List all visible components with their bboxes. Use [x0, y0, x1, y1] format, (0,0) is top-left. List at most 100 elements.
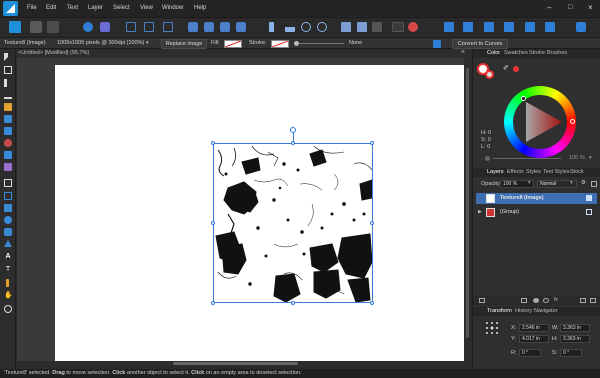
tab-stock[interactable]: Stock: [570, 169, 584, 175]
place-image-tool-icon[interactable]: [4, 163, 12, 171]
move-tool-icon[interactable]: [4, 53, 12, 61]
replace-image-button[interactable]: Replace image: [161, 39, 207, 49]
layer-row-texture8[interactable]: Texture8 (Image): [476, 193, 597, 204]
delete-layer-icon[interactable]: [590, 298, 596, 303]
node-tool-icon[interactable]: [4, 79, 12, 87]
menu-view[interactable]: View: [140, 5, 153, 11]
eyedropper-icon[interactable]: ✐: [503, 64, 509, 72]
fill-tool-icon[interactable]: [4, 139, 12, 147]
canvas-area[interactable]: [17, 58, 464, 361]
color-triangle[interactable]: [504, 86, 576, 158]
snapping-icon[interactable]: [100, 22, 110, 32]
fill-swatch[interactable]: [224, 40, 242, 48]
rotate-left-icon[interactable]: [301, 22, 311, 32]
pen-tool-icon[interactable]: [4, 103, 12, 111]
layer-opacity-chevron-icon[interactable]: ▾: [528, 180, 531, 186]
constraints-icon[interactable]: [525, 22, 535, 32]
resize-handle-bottom-left[interactable]: [211, 301, 215, 305]
ellipse-tool-icon[interactable]: [4, 216, 12, 224]
vertical-scroll-thumb[interactable]: [466, 68, 469, 338]
tab-transform[interactable]: Transform: [487, 308, 512, 314]
stroke-width-slider[interactable]: [294, 41, 344, 46]
snapping-options-icon[interactable]: [576, 22, 586, 32]
stroke-width-slider-thumb[interactable]: [294, 41, 299, 46]
color-picker-tool-icon[interactable]: [6, 279, 9, 287]
rectangle-tool-icon[interactable]: [4, 204, 12, 212]
resize-handle-bottom-right[interactable]: [370, 301, 374, 305]
stroke-color-well[interactable]: [485, 70, 494, 79]
slice-tool-icon[interactable]: [4, 192, 12, 200]
tab-swatches[interactable]: Swatches: [504, 50, 528, 56]
stroke-swatch[interactable]: [271, 40, 289, 48]
hand-tool-icon[interactable]: ✋: [4, 292, 13, 300]
geometry-dropdown-icon[interactable]: [392, 22, 404, 32]
corner-tool-icon[interactable]: [4, 91, 12, 99]
send-to-back-icon[interactable]: [236, 22, 246, 32]
menu-file[interactable]: File: [27, 5, 37, 11]
menu-window[interactable]: Window: [162, 5, 183, 11]
flip-vertical-icon[interactable]: [285, 22, 295, 32]
resize-handle-bottom[interactable]: [291, 301, 295, 305]
y-position-field[interactable]: 4.017 in: [519, 335, 549, 343]
add-mask-icon[interactable]: [533, 298, 539, 303]
tab-brushes[interactable]: Brushes: [547, 50, 567, 56]
layer-settings-icon[interactable]: ⚙: [581, 180, 586, 186]
artistic-text-tool-icon[interactable]: T: [4, 266, 12, 274]
document-page[interactable]: [55, 65, 464, 361]
tab-stroke[interactable]: Stroke: [529, 50, 545, 56]
group-visibility-checkbox[interactable]: [586, 209, 592, 215]
convert-to-curves-icon[interactable]: [433, 40, 441, 48]
adjustment-icon[interactable]: [543, 298, 549, 303]
snap-toggle-icon[interactable]: [444, 22, 454, 32]
designer-persona-icon[interactable]: [9, 21, 21, 33]
color-opacity-slider[interactable]: [493, 158, 561, 159]
document-setup-icon[interactable]: [83, 22, 93, 32]
close-document-icon[interactable]: ×: [461, 49, 465, 56]
anchor-point-selector[interactable]: [485, 321, 499, 335]
menu-text[interactable]: Text: [67, 5, 78, 11]
tab-styles[interactable]: Styles: [526, 169, 541, 175]
move-forward-icon[interactable]: [204, 22, 214, 32]
bring-to-front-icon[interactable]: [220, 22, 230, 32]
color-wheel[interactable]: [504, 86, 576, 158]
maximize-icon[interactable]: □: [568, 4, 572, 11]
add-group-icon[interactable]: [580, 298, 586, 303]
boolean-icon[interactable]: [504, 22, 514, 32]
tab-history[interactable]: History: [515, 308, 532, 314]
rotation-handle[interactable]: [290, 127, 296, 133]
flip-horizontal-icon[interactable]: [269, 22, 279, 32]
export-persona-icon[interactable]: [47, 21, 59, 33]
menu-layer[interactable]: Layer: [88, 5, 103, 11]
tab-layers[interactable]: Layers: [487, 169, 504, 175]
tab-navigator[interactable]: Navigator: [534, 308, 558, 314]
x-position-field[interactable]: 2.546 in: [519, 324, 549, 332]
tab-effects[interactable]: Effects: [507, 169, 524, 175]
app-logo-icon[interactable]: [3, 1, 18, 16]
height-field[interactable]: 3.363 in: [560, 335, 590, 343]
frame-text-tool-icon[interactable]: A: [4, 253, 12, 261]
crop-tool-icon[interactable]: [4, 179, 12, 187]
pixel-persona-icon[interactable]: [30, 21, 42, 33]
menu-select[interactable]: Select: [113, 5, 130, 11]
rotation-field[interactable]: 0 °: [519, 349, 541, 357]
view-mode-icon[interactable]: [126, 22, 136, 32]
layer-visibility-checkbox[interactable]: [586, 195, 592, 201]
minimize-icon[interactable]: –: [547, 3, 551, 12]
pencil-tool-icon[interactable]: [4, 115, 12, 123]
expand-group-icon[interactable]: ▶: [478, 207, 482, 218]
geometry-subtract-icon[interactable]: [357, 22, 367, 32]
lock-layer-icon[interactable]: [591, 181, 597, 187]
vector-brush-tool-icon[interactable]: [4, 127, 12, 135]
geometry-intersect-icon[interactable]: [372, 22, 382, 32]
assets-icon[interactable]: [545, 22, 555, 32]
color-picker-icon[interactable]: [408, 22, 418, 32]
rotate-right-icon[interactable]: [317, 22, 327, 32]
hue-ring-picker[interactable]: [570, 119, 575, 124]
color-swap-icon[interactable]: [513, 66, 519, 72]
rounded-rectangle-tool-icon[interactable]: [4, 228, 12, 236]
color-triangle-picker[interactable]: [521, 96, 526, 101]
distribute-icon[interactable]: [484, 22, 494, 32]
tab-text-styles[interactable]: Text Styles: [543, 169, 570, 175]
menu-help[interactable]: Help: [194, 5, 206, 11]
add-layer-icon[interactable]: [521, 298, 527, 303]
